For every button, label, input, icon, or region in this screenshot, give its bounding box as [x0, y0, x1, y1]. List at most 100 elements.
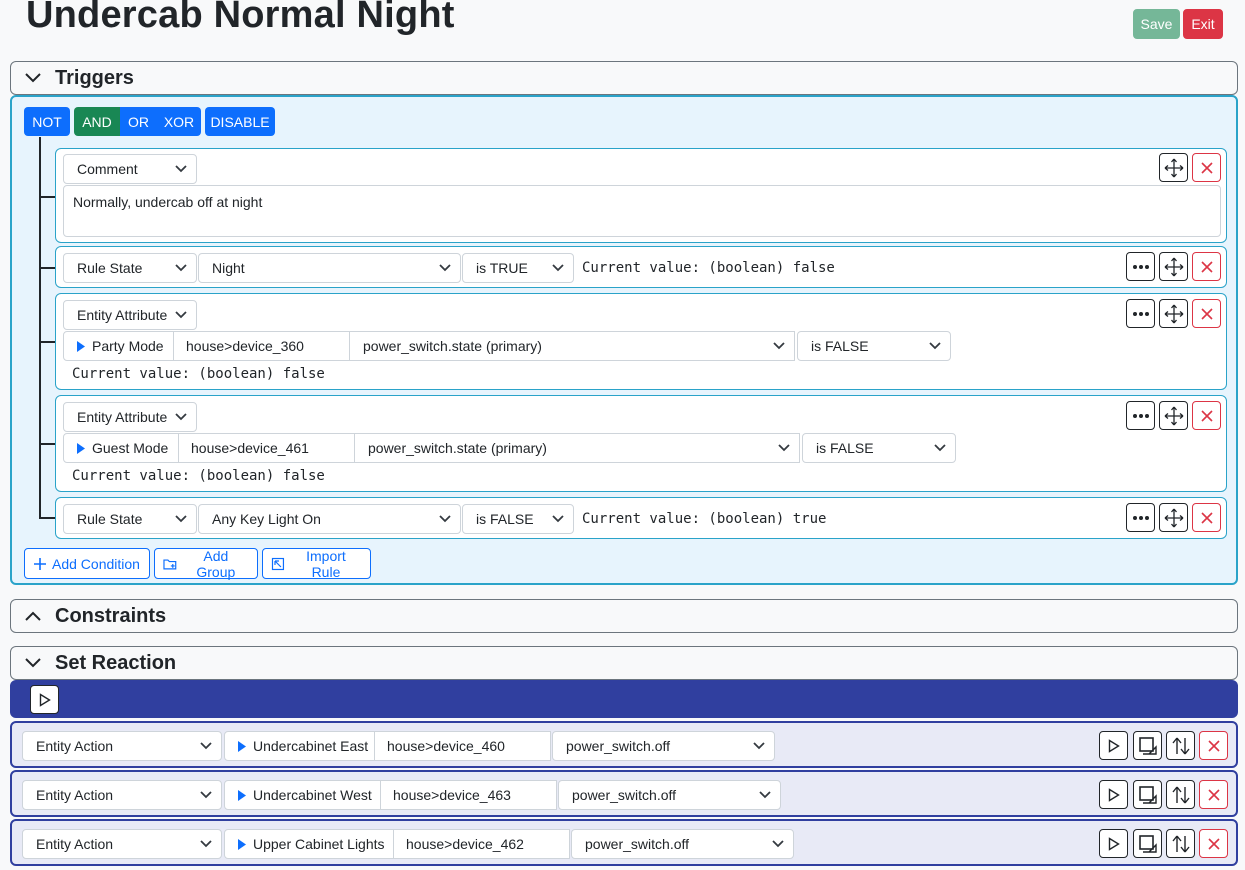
- device-field[interactable]: house>device_360: [173, 331, 350, 361]
- condition-type-select[interactable]: Comment: [63, 154, 197, 184]
- action-type-select[interactable]: Entity Action: [22, 731, 222, 761]
- current-value: Current value: (boolean) true: [582, 511, 827, 527]
- attribute-select[interactable]: power_switch.state (primary): [354, 433, 800, 463]
- device-field[interactable]: house>device_460: [374, 731, 551, 761]
- and-button[interactable]: AND: [74, 107, 120, 136]
- move-button[interactable]: [1159, 503, 1188, 532]
- delete-button[interactable]: [1199, 731, 1228, 760]
- delete-button[interactable]: [1199, 780, 1228, 809]
- add-group-button[interactable]: Add Group: [154, 548, 258, 580]
- move-button[interactable]: [1159, 153, 1188, 182]
- tree-vertical-line: [39, 137, 41, 518]
- attribute-select[interactable]: power_switch.state (primary): [349, 331, 795, 361]
- move-icon: [1164, 406, 1183, 425]
- copy-button[interactable]: [1133, 731, 1162, 760]
- chevron-down-icon: [11, 658, 55, 668]
- condition-type-select[interactable]: Entity Attribute: [63, 300, 197, 330]
- exit-button[interactable]: Exit: [1183, 9, 1223, 39]
- copy-icon: [1138, 736, 1157, 755]
- save-button[interactable]: Save: [1133, 9, 1180, 39]
- caret-right-icon: [238, 740, 246, 752]
- more-button[interactable]: [1126, 503, 1155, 532]
- condition-type-select[interactable]: Rule State: [63, 504, 197, 534]
- disable-button[interactable]: DISABLE: [205, 107, 275, 136]
- move-icon: [1164, 257, 1183, 276]
- delete-button[interactable]: [1192, 153, 1221, 182]
- play-icon: [39, 692, 51, 707]
- caret-right-icon: [238, 838, 246, 850]
- delete-button[interactable]: [1192, 401, 1221, 430]
- current-value: Current value: (boolean) false: [582, 260, 835, 276]
- move-button[interactable]: [1159, 252, 1188, 281]
- xor-button[interactable]: XOR: [157, 107, 201, 136]
- condition-type-select[interactable]: Entity Attribute: [63, 402, 197, 432]
- entity-picker[interactable]: Upper Cabinet Lights: [224, 829, 394, 859]
- comment-textarea[interactable]: Normally, undercab off at night: [63, 185, 1221, 237]
- entity-picker[interactable]: Guest Mode: [63, 433, 179, 463]
- more-icon: [1132, 413, 1149, 418]
- move-button[interactable]: [1159, 401, 1188, 430]
- operator-select[interactable]: is FALSE: [802, 433, 956, 463]
- close-icon: [1200, 511, 1213, 524]
- add-condition-button[interactable]: Add Condition: [24, 548, 150, 579]
- chevron-down-icon: [175, 311, 187, 319]
- not-button[interactable]: NOT: [24, 107, 70, 136]
- operator-select[interactable]: is TRUE: [462, 253, 574, 283]
- chevron-up-icon: [11, 611, 55, 621]
- or-button[interactable]: OR: [120, 107, 157, 136]
- copy-button[interactable]: [1133, 829, 1162, 858]
- entity-picker[interactable]: Party Mode: [63, 331, 174, 361]
- current-value: Current value: (boolean) false: [72, 366, 325, 382]
- entity-attribute-condition: Entity Attribute Party Mode house>device…: [55, 293, 1227, 390]
- delete-button[interactable]: [1199, 829, 1228, 858]
- action-select[interactable]: power_switch.off: [571, 829, 794, 859]
- reorder-button[interactable]: [1166, 731, 1195, 760]
- close-icon: [1207, 739, 1220, 752]
- more-icon: [1132, 264, 1149, 269]
- copy-icon: [1138, 785, 1157, 804]
- tree-branch: [39, 196, 55, 198]
- reaction-section-header[interactable]: Set Reaction: [10, 646, 1238, 680]
- device-field[interactable]: house>device_463: [380, 780, 557, 810]
- action-type-select[interactable]: Entity Action: [22, 829, 222, 859]
- device-field[interactable]: house>device_462: [393, 829, 570, 859]
- caret-right-icon: [77, 442, 85, 454]
- run-reaction-button[interactable]: [30, 685, 59, 714]
- run-action-button[interactable]: [1099, 829, 1128, 858]
- more-button[interactable]: [1126, 299, 1155, 328]
- triggers-label: Triggers: [55, 66, 134, 89]
- action-type-select[interactable]: Entity Action: [22, 780, 222, 810]
- rule-select[interactable]: Any Key Light On: [198, 504, 461, 534]
- reorder-button[interactable]: [1166, 780, 1195, 809]
- move-button[interactable]: [1159, 299, 1188, 328]
- chevron-down-icon: [934, 444, 946, 452]
- device-field[interactable]: house>device_461: [178, 433, 355, 463]
- more-button[interactable]: [1126, 252, 1155, 281]
- triggers-section-header[interactable]: Triggers: [10, 61, 1238, 95]
- condition-type-select[interactable]: Rule State: [63, 253, 197, 283]
- operator-select[interactable]: is FALSE: [797, 331, 951, 361]
- run-action-button[interactable]: [1099, 780, 1128, 809]
- delete-button[interactable]: [1192, 503, 1221, 532]
- import-icon: [271, 557, 285, 570]
- constraints-section-header[interactable]: Constraints: [10, 599, 1238, 633]
- operator-select[interactable]: is FALSE: [462, 504, 574, 534]
- reorder-button[interactable]: [1166, 829, 1195, 858]
- entity-picker[interactable]: Undercabinet East: [224, 731, 375, 761]
- copy-button[interactable]: [1133, 780, 1162, 809]
- entity-picker[interactable]: Undercabinet West: [224, 780, 381, 810]
- run-action-button[interactable]: [1099, 731, 1128, 760]
- move-icon: [1164, 508, 1183, 527]
- action-select[interactable]: power_switch.off: [558, 780, 781, 810]
- chevron-down-icon: [175, 515, 187, 523]
- chevron-down-icon: [753, 742, 765, 750]
- chevron-down-icon: [759, 791, 771, 799]
- rule-select[interactable]: Night: [198, 253, 461, 283]
- delete-button[interactable]: [1192, 299, 1221, 328]
- comment-condition: Comment Normally, undercab off at night: [55, 148, 1227, 243]
- more-button[interactable]: [1126, 401, 1155, 430]
- chevron-down-icon: [772, 840, 784, 848]
- action-select[interactable]: power_switch.off: [552, 731, 775, 761]
- import-rule-button[interactable]: Import Rule: [262, 548, 371, 580]
- delete-button[interactable]: [1192, 252, 1221, 281]
